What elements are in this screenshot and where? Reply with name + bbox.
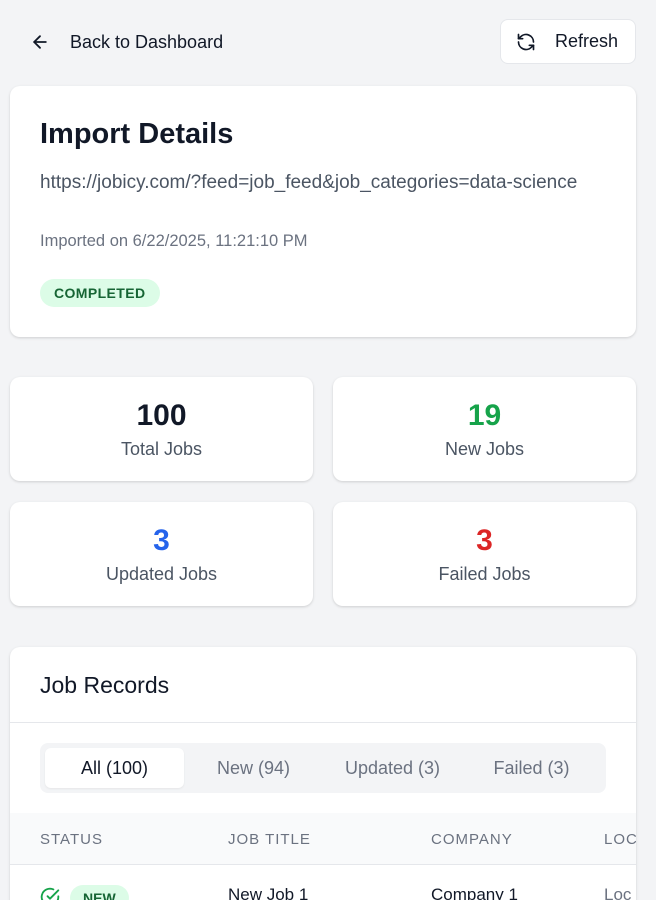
tab-updated[interactable]: Updated (3) <box>323 748 462 788</box>
stat-new-jobs: 19 New Jobs <box>333 377 636 481</box>
refresh-icon <box>515 31 537 53</box>
tab-new[interactable]: New (94) <box>184 748 323 788</box>
feed-url: https://jobicy.com/?feed=job_feed&job_ca… <box>40 172 578 193</box>
table-header: STATUS JOB TITLE COMPANY LOC <box>10 813 636 865</box>
row-location: Loc <box>604 885 632 900</box>
stat-failed-jobs: 3 Failed Jobs <box>333 502 636 606</box>
refresh-label: Refresh <box>555 31 619 51</box>
stat-label: Total Jobs <box>120 439 203 459</box>
tab-failed[interactable]: Failed (3) <box>462 748 601 788</box>
import-details-card: Import Details https://jobicy.com/?feed=… <box>10 86 636 337</box>
row-job-title: New Job 1 <box>228 885 309 900</box>
imported-timestamp: Imported on 6/22/2025, 11:21:10 PM <box>40 232 308 250</box>
job-records-title: Job Records <box>40 672 170 698</box>
stat-value: 3 <box>153 524 170 557</box>
check-circle-icon <box>40 887 60 900</box>
page-title: Import Details <box>40 118 234 150</box>
tab-all[interactable]: All (100) <box>45 748 184 788</box>
stat-total-jobs: 100 Total Jobs <box>10 377 313 481</box>
stat-value: 19 <box>467 399 502 432</box>
column-header-job-title[interactable]: JOB TITLE <box>228 831 311 848</box>
back-label: Back to Dashboard <box>70 31 224 52</box>
refresh-button[interactable]: Refresh <box>500 19 636 64</box>
stat-label: Failed Jobs <box>438 564 531 584</box>
status-badge: COMPLETED <box>40 279 160 307</box>
divider <box>10 722 636 723</box>
job-records-card: Job Records All (100) New (94) Updated (… <box>10 647 636 900</box>
back-to-dashboard-link[interactable]: Back to Dashboard <box>28 28 223 56</box>
row-status-badge: NEW <box>70 885 129 900</box>
top-bar: Back to Dashboard Refresh <box>0 0 656 84</box>
stat-value: 100 <box>136 399 187 432</box>
records-tab-bar: All (100) New (94) Updated (3) Failed (3… <box>40 743 606 793</box>
stat-label: Updated Jobs <box>105 564 218 584</box>
stat-updated-jobs: 3 Updated Jobs <box>10 502 313 606</box>
column-header-status[interactable]: STATUS <box>40 831 103 848</box>
stat-value: 3 <box>476 524 493 557</box>
column-header-company[interactable]: COMPANY <box>431 831 513 848</box>
row-company: Company 1 <box>431 885 518 900</box>
arrow-left-icon <box>28 30 52 54</box>
column-header-location[interactable]: LOC <box>604 831 636 848</box>
stat-label: New Jobs <box>444 439 525 459</box>
table-row[interactable]: NEW New Job 1 Company 1 Loc <box>10 865 636 900</box>
